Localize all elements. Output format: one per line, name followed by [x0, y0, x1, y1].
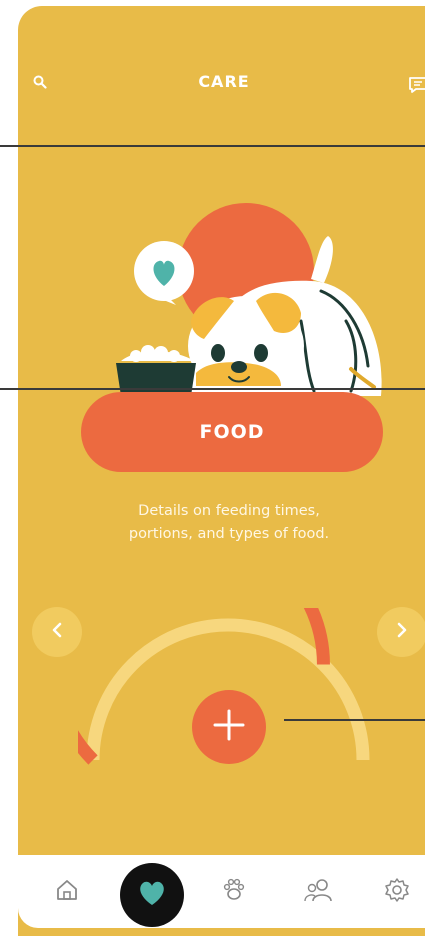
dog-food-illustration	[96, 201, 386, 401]
chat-icon[interactable]	[406, 74, 425, 96]
paw-icon[interactable]	[219, 875, 249, 905]
page-title: CARE	[198, 72, 250, 91]
food-description: Details on feeding times, portions, and …	[78, 500, 380, 546]
description-line-1: Details on feeding times,	[138, 503, 320, 519]
food-label: FOOD	[199, 421, 265, 443]
annotation-line-add	[284, 719, 425, 721]
chevron-right-icon	[395, 621, 409, 643]
description-line-2: portions, and types of food.	[128, 526, 330, 542]
people-icon[interactable]	[303, 875, 333, 905]
heart-icon	[137, 879, 167, 911]
annotation-line-middle	[0, 388, 425, 390]
top-bar: CARE	[18, 6, 425, 156]
food-category-button[interactable]: FOOD	[81, 392, 383, 472]
bottom-navigation	[18, 855, 425, 928]
annotation-line-top	[0, 145, 425, 147]
add-button[interactable]	[192, 690, 266, 764]
gear-icon[interactable]	[382, 875, 412, 905]
chevron-left-icon	[50, 621, 64, 643]
home-icon[interactable]	[52, 875, 82, 905]
previous-button[interactable]	[32, 607, 82, 657]
nav-care-button[interactable]	[120, 863, 184, 927]
plus-icon	[211, 707, 247, 747]
next-button[interactable]	[377, 607, 425, 657]
